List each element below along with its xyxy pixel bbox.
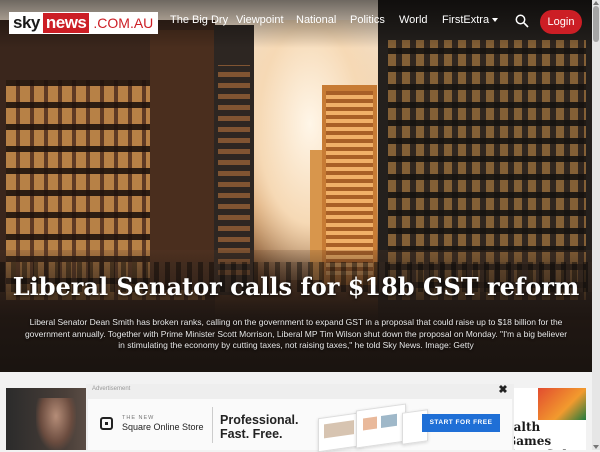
ad-start-for-free-button[interactable]: START FOR FREE (422, 414, 500, 432)
nav-item-the-big-dry[interactable]: The Big Dry (170, 14, 228, 26)
nav-item-national[interactable]: National (296, 14, 336, 26)
ad-brand-tagline: THE NEW (122, 415, 155, 421)
scroll-up-arrow-icon[interactable] (593, 1, 599, 5)
article-caption: Liberal Senator Dean Smith has broken ra… (24, 317, 568, 350)
ad-close-icon[interactable]: ✖ (497, 384, 509, 396)
search-icon[interactable] (515, 14, 529, 28)
ad-device-illustration (318, 403, 428, 452)
nav-item-firstextra-label: FirstExtra (442, 14, 490, 26)
nav-item-world[interactable]: World (399, 14, 428, 26)
scroll-down-arrow-icon[interactable] (593, 445, 599, 449)
advertisement-banner[interactable]: THE NEW Square Online Store Professional… (88, 399, 512, 452)
page-scrollbar[interactable] (592, 0, 600, 450)
chevron-down-icon (492, 18, 499, 22)
logo-domain: .COM.AU (89, 13, 158, 33)
story-card-image (538, 388, 586, 420)
logo-news: news (42, 13, 90, 33)
sky-news-logo[interactable]: sky news .COM.AU (9, 12, 159, 34)
top-navigation: sky news .COM.AU The Big Dry Viewpoint N… (0, 0, 592, 44)
logo-sky: sky (10, 13, 43, 33)
nav-item-viewpoint[interactable]: Viewpoint (236, 14, 284, 26)
nav-item-firstextra[interactable]: FirstExtra (442, 14, 499, 26)
ad-headline: Professional. Fast. Free. (220, 413, 299, 441)
ad-brand-name: Square Online Store (122, 422, 204, 432)
article-headline[interactable]: Liberal Senator calls for $18b GST refor… (0, 272, 592, 301)
advertisement-label: Advertisement (92, 386, 131, 392)
login-button[interactable]: Login (540, 10, 582, 34)
story-card-title: ealth Games tinue fight (506, 420, 577, 450)
ad-device-desktop (356, 403, 406, 449)
scrollbar-thumb[interactable] (593, 6, 599, 42)
ad-divider (212, 407, 213, 443)
square-logo-icon (100, 417, 113, 430)
nav-item-politics[interactable]: Politics (350, 14, 385, 26)
